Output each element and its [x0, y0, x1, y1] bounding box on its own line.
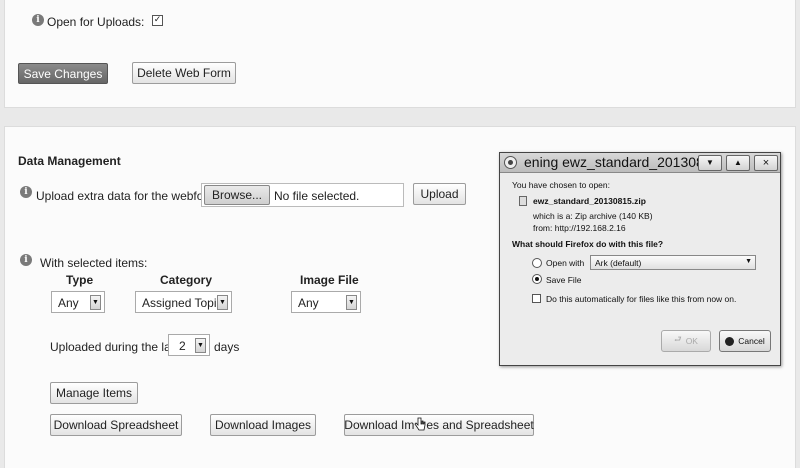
hand-cursor-icon: [414, 417, 426, 434]
days-select[interactable]: 2 ▼: [168, 334, 210, 356]
chevron-down-icon: ▼: [217, 295, 228, 310]
cancel-icon: [725, 336, 735, 346]
dialog-title: ening ewz_standard_20130815: [524, 154, 720, 170]
data-management-heading: Data Management: [18, 154, 121, 168]
chevron-down-icon: ▼: [90, 295, 101, 310]
open-for-uploads-label: Open for Uploads:: [47, 15, 145, 29]
download-images-button[interactable]: Download Images: [210, 414, 316, 436]
open-with-app-value: Ark (default): [595, 258, 642, 268]
info-icon: i: [20, 254, 32, 266]
firefox-question: What should Firefox do with this file?: [512, 239, 664, 249]
auto-action-label: Do this automatically for files like thi…: [546, 294, 737, 304]
open-with-radio[interactable]: [532, 258, 542, 268]
file-type-text: which is a: Zip archive (140 KB): [533, 211, 653, 221]
open-with-label: Open with: [546, 258, 585, 268]
download-both-label-end: es and Spreadsheet: [426, 418, 534, 432]
dialog-titlebar[interactable]: ening ewz_standard_20130815 ▼ ▲ ×: [500, 153, 780, 173]
info-icon: i: [20, 186, 32, 198]
type-column-label: Type: [66, 273, 94, 287]
window-menu-icon[interactable]: [504, 156, 517, 169]
maximize-icon[interactable]: ▲: [726, 155, 750, 171]
minimize-icon[interactable]: ▼: [698, 155, 722, 171]
ok-button[interactable]: ⮐ OK: [661, 330, 711, 352]
ok-icon: ⮐: [674, 334, 682, 344]
firefox-download-dialog: ening ewz_standard_20130815 ▼ ▲ × You ha…: [499, 152, 781, 366]
save-changes-button[interactable]: Save Changes: [18, 63, 108, 84]
download-images-and-spreadsheet-button[interactable]: Download Im es and Spreadsheet: [344, 414, 534, 436]
upload-button[interactable]: Upload: [413, 183, 466, 205]
cancel-button[interactable]: Cancel: [719, 330, 771, 352]
type-select-value: Any: [58, 296, 79, 310]
chevron-down-icon: ▼: [745, 258, 752, 265]
auto-action-checkbox[interactable]: [532, 294, 541, 303]
with-selected-label: With selected items:: [40, 256, 148, 270]
browse-button[interactable]: Browse...: [204, 185, 270, 205]
zip-file-icon: [519, 196, 527, 206]
category-select[interactable]: Assigned Topic ▼: [135, 291, 232, 313]
ok-label: OK: [685, 336, 698, 346]
download-both-label-start: Download Im: [344, 418, 415, 432]
download-spreadsheet-button[interactable]: Download Spreadsheet: [50, 414, 182, 436]
file-input[interactable]: Browse... No file selected.: [201, 183, 404, 207]
save-file-label: Save File: [546, 275, 582, 285]
chevron-down-icon: ▼: [346, 295, 357, 310]
days-label: days: [214, 340, 240, 354]
category-column-label: Category: [160, 273, 213, 287]
uploaded-during-label: Uploaded during the last: [50, 340, 181, 354]
dialog-filename: ewz_standard_20130815.zip: [533, 196, 646, 206]
chosen-to-open-text: You have chosen to open:: [512, 180, 610, 190]
days-select-value: 2: [179, 339, 186, 353]
image-file-select-value: Any: [298, 296, 319, 310]
top-panel: i Open for Uploads: ✓ Save Changes Delet…: [4, 0, 796, 108]
delete-web-form-button[interactable]: Delete Web Form: [132, 62, 236, 84]
open-for-uploads-checkbox[interactable]: ✓: [152, 15, 163, 26]
close-icon[interactable]: ×: [754, 155, 778, 171]
info-icon: i: [32, 14, 44, 26]
image-file-select[interactable]: Any ▼: [291, 291, 361, 313]
file-status-text: No file selected.: [274, 189, 360, 203]
manage-items-button[interactable]: Manage Items: [50, 382, 138, 404]
cancel-label: Cancel: [738, 336, 765, 346]
file-source-text: from: http://192.168.2.16: [533, 223, 626, 233]
chevron-down-icon: ▼: [195, 338, 206, 353]
image-file-column-label: Image File: [300, 273, 359, 287]
open-with-app-select[interactable]: Ark (default) ▼: [590, 255, 756, 270]
upload-extra-data-label: Upload extra data for the webform:: [36, 189, 221, 203]
type-select[interactable]: Any ▼: [51, 291, 105, 313]
save-file-radio[interactable]: [532, 274, 542, 284]
category-select-value: Assigned Topic: [142, 296, 223, 310]
